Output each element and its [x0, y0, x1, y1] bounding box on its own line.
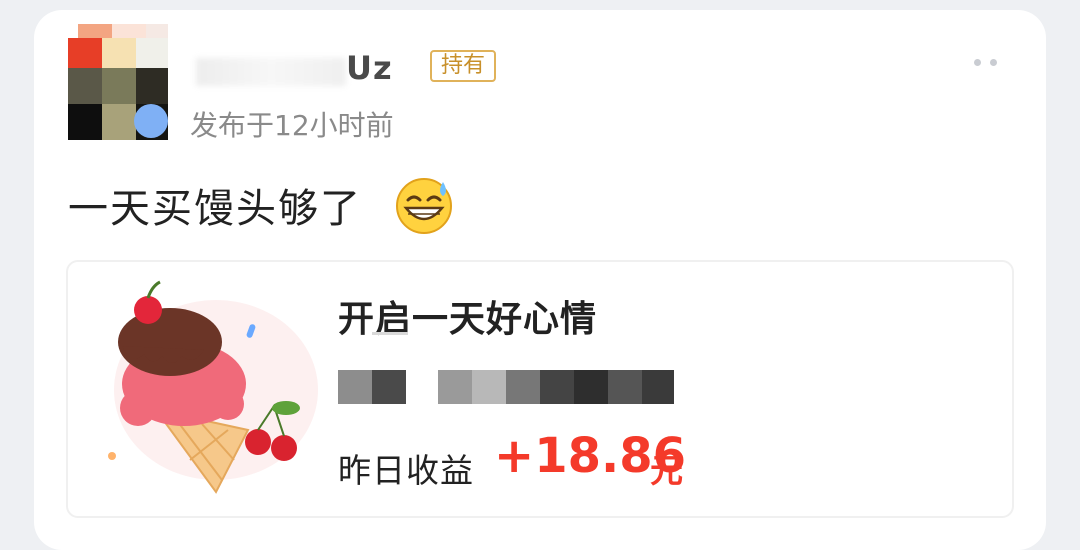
username[interactable]: Uz [346, 49, 393, 87]
earnings-unit: 元 [650, 451, 683, 490]
ice-cream-illustration-icon [108, 280, 318, 494]
post-time: 发布于12小时前 [190, 109, 394, 142]
post-text: 一天买馒头够了 [68, 186, 362, 232]
verified-badge-icon [134, 104, 168, 138]
more-options-icon[interactable] [974, 56, 1000, 68]
earnings-label: 昨日收益 [338, 451, 474, 490]
title-underline [372, 332, 408, 335]
grinning-sweat-emoji-icon [396, 178, 452, 234]
username-redacted [196, 58, 346, 86]
holding-badge: 持有 [430, 50, 496, 82]
